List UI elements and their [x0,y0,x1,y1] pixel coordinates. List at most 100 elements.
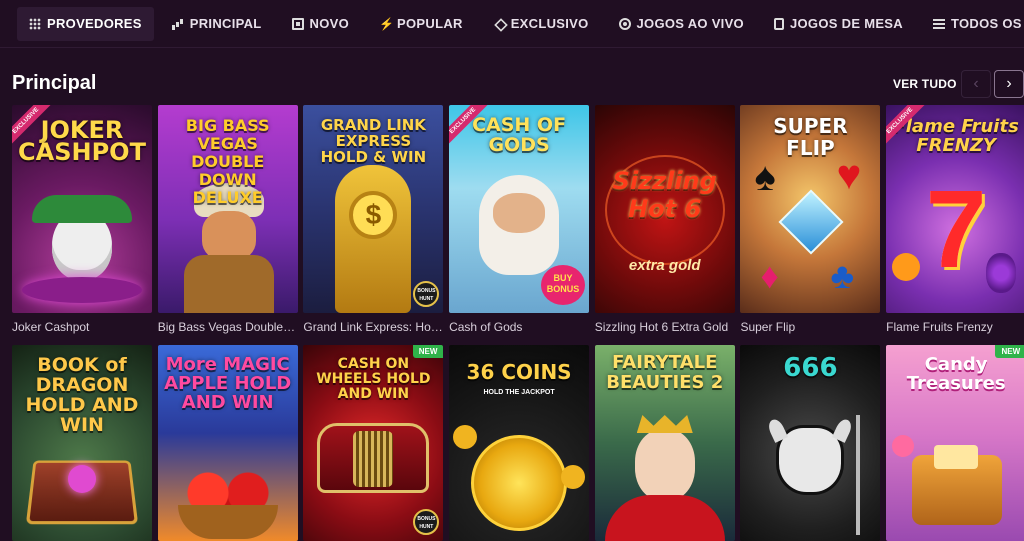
game-title: Flame Fruits Frenzy [886,320,993,334]
game-logo-text: 666 [783,353,838,383]
game-thumbnail[interactable]: Sizzling Hot 6 extra gold [594,105,735,313]
game-card-36-coins[interactable]: 36 COINS HOLD THE JACKPOT [449,345,590,541]
nav-table-games[interactable]: JOGOS DE MESA [762,7,915,41]
game-title: Big Bass Vegas Double Down Deluxe [157,320,298,334]
orange-fruit-art [892,253,921,281]
game-card-cash-on-wheels[interactable]: CASH ON WHEELS HOLD AND WIN NEW BONUS HU… [303,345,444,541]
nav-live-games[interactable]: JOGOS AO VIVO [607,7,756,41]
crystal-ball-art [22,277,142,303]
game-card-book-of-dragon[interactable]: BOOK of DRAGON HOLD AND WIN [12,345,152,541]
book-gem-art [68,465,96,493]
see-all-link[interactable]: VER TUDO [893,77,957,91]
nav-new[interactable]: NOVO [280,7,361,41]
new-badge: NEW [412,345,444,358]
club-icon: ♣ [830,255,855,296]
game-card-fairytale-beauties-2[interactable]: FAIRYTALE BEAUTIES 2 [594,345,735,541]
chevron-right-icon: › [1006,75,1012,92]
nav-all-games[interactable]: TODOS OS JOGOS [921,7,1024,41]
nav-exclusive[interactable]: EXCLUSIVO [481,7,601,41]
game-card-more-magic-apple[interactable]: More MAGIC APPLE HOLD AND WIN [157,345,298,541]
zeus-face-art [493,193,546,233]
game-logo-text: BOOK of DRAGON HOLD AND WIN [25,354,139,436]
game-thumbnail[interactable]: BUY BONUS CASH OF GODS EXCLUSIVE [449,105,590,313]
game-thumbnail[interactable]: ♠ ♥ ♦ ♣ SUPER FLIP [740,105,881,313]
crown-icon [636,415,693,433]
game-thumbnail[interactable]: 7 Flame Fruits FRENZY EXCLUSIVE [886,105,1024,313]
game-card-666[interactable]: 666 [740,345,881,541]
game-thumbnail[interactable]: BIG BASS VEGAS DOUBLE DOWN DELUXE [157,105,298,313]
butter-art [934,445,979,469]
game-logo-text: SUPER FLIP [773,114,848,160]
candy-icon [892,435,915,457]
game-logo-text: Sizzling Hot 6 [612,167,717,223]
game-card-cash-of-gods[interactable]: BUY BONUS CASH OF GODS EXCLUSIVE Cash of… [449,105,590,345]
game-card-grand-link-express[interactable]: $ GRAND LINK EXPRESS HOLD & WIN BONUS HU… [303,105,444,345]
joker-hat-art [32,195,132,223]
nav-principal[interactable]: PRINCIPAL [160,7,274,41]
diamond-icon [493,18,505,30]
red-dress-art [604,495,725,541]
game-logo-text: Candy Treasures [906,354,1006,394]
game-subtitle: HOLD THE JACKPOT [483,389,555,396]
trident-art [856,415,861,535]
new-badge: NEW [995,345,1024,358]
car-grille-art [353,431,394,487]
diamond-suit-icon: ♦ [760,255,779,296]
game-subtitle: extra gold [628,257,701,274]
list-icon [932,18,945,30]
category-nav: PROVEDORES PRINCIPAL NOVO ⚡ POPULAR EXCLU… [0,0,1024,48]
new-square-icon [291,17,304,30]
game-thumbnail[interactable]: FAIRYTALE BEAUTIES 2 [594,345,735,541]
chevron-left-icon: ‹ [973,75,979,92]
game-logo-text: More MAGIC APPLE HOLD AND WIN [164,354,292,413]
carousel-next-button[interactable]: › [994,70,1024,98]
game-grid-row-2: BOOK of DRAGON HOLD AND WIN More MAGIC A… [12,345,1024,541]
grid-icon [29,17,41,30]
game-title: Super Flip [740,320,796,334]
grapes-art [986,253,1017,293]
game-logo-text: 36 COINS [466,360,572,384]
carousel-prev-button[interactable]: ‹ [961,70,991,98]
gold-coin-art [471,435,568,531]
nav-providers[interactable]: PROVEDORES [17,6,154,41]
section-title: Principal [12,72,97,94]
nav-popular[interactable]: ⚡ POPULAR [367,7,475,41]
small-coin-icon [561,465,586,489]
lucky-seven-art: 7 [925,168,987,291]
game-title: Joker Cashpot [12,320,90,334]
game-thumbnail[interactable]: More MAGIC APPLE HOLD AND WIN [157,345,298,541]
game-thumbnail[interactable]: BOOK of DRAGON HOLD AND WIN [12,345,152,541]
diamond-gem-art [778,189,844,255]
game-card-candy-treasures[interactable]: Candy Treasures NEW [886,345,1024,541]
game-logo-text: BIG BASS VEGAS DOUBLE DOWN DELUXE [185,116,270,207]
game-grid-row-1: JOKER CASHPOT EXCLUSIVE Joker Cashpot BI… [12,105,1024,345]
game-thumbnail[interactable]: $ GRAND LINK EXPRESS HOLD & WIN BONUS HU… [303,105,444,313]
bolt-icon: ⚡ [379,16,395,31]
fisherman-body-art [183,255,274,313]
fisherman-face-art [201,211,256,261]
game-card-super-flip[interactable]: ♠ ♥ ♦ ♣ SUPER FLIP Super Flip [740,105,881,345]
game-logo-text: CASH ON WHEELS HOLD AND WIN [316,356,431,402]
game-thumbnail[interactable]: 36 COINS HOLD THE JACKPOT [449,345,590,541]
small-coin-icon [453,425,478,449]
game-logo-text: JOKER CASHPOT [18,116,146,166]
game-logo-text: GRAND LINK EXPRESS HOLD & WIN [320,116,427,166]
card-icon [773,17,784,30]
game-card-sizzling-hot[interactable]: Sizzling Hot 6 extra gold Sizzling Hot 6… [594,105,735,345]
bonus-hunt-badge: BONUS HUNT [413,281,440,307]
bar-chart-icon [171,18,184,30]
game-title: Cash of Gods [449,320,523,334]
game-card-flame-fruits-frenzy[interactable]: 7 Flame Fruits FRENZY EXCLUSIVE Flame Fr… [886,105,1024,345]
game-thumbnail[interactable]: Candy Treasures NEW [886,345,1024,541]
queen-face-art [634,429,695,501]
game-thumbnail[interactable]: JOKER CASHPOT EXCLUSIVE [12,105,152,313]
game-card-joker-cashpot[interactable]: JOKER CASHPOT EXCLUSIVE Joker Cashpot [12,105,152,345]
game-title: Grand Link Express: Hold & Win [303,320,443,334]
game-thumbnail[interactable]: CASH ON WHEELS HOLD AND WIN NEW BONUS HU… [303,345,444,541]
game-card-big-bass-vegas[interactable]: BIG BASS VEGAS DOUBLE DOWN DELUXE Big Ba… [157,105,298,345]
golden-train-art [335,165,412,313]
game-thumbnail[interactable]: 666 [740,345,881,541]
buy-bonus-sticker: BUY BONUS [541,265,586,305]
chip-icon [618,17,631,30]
spade-icon: ♠ [754,155,776,199]
